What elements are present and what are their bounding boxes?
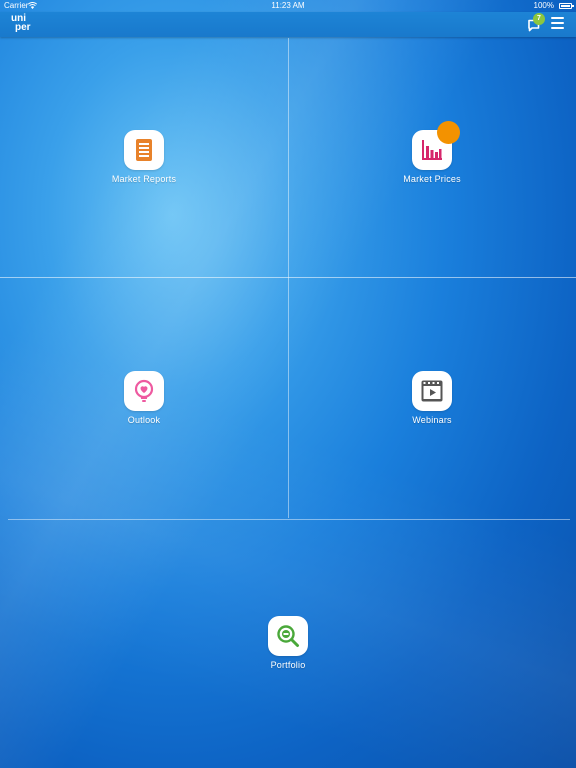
horizontal-divider-bottom xyxy=(8,519,570,520)
tile-market-prices[interactable]: Market Prices xyxy=(362,130,502,184)
market-reports-label: Market Reports xyxy=(111,174,177,184)
lightbulb-icon xyxy=(134,379,154,402)
uniper-logo[interactable]: uni per xyxy=(11,14,41,36)
tile-market-reports[interactable]: Market Reports xyxy=(74,130,214,184)
portfolio-label: Portfolio xyxy=(270,660,306,670)
outlook-icon-tile xyxy=(124,371,164,411)
magnifier-icon xyxy=(277,625,299,647)
battery-icon xyxy=(559,3,574,9)
notification-badge: 7 xyxy=(533,13,545,25)
horizontal-divider-top xyxy=(0,277,576,278)
status-bar: Carrier 11:23 AM 100% xyxy=(0,0,576,12)
nav-bar: uni per xyxy=(0,12,576,37)
bar-chart-icon xyxy=(422,140,442,160)
webinars-icon-tile xyxy=(412,371,452,411)
portfolio-icon-tile xyxy=(268,616,308,656)
battery-percent: 100% xyxy=(533,1,554,10)
vertical-divider xyxy=(288,38,289,518)
market-prices-label: Market Prices xyxy=(403,174,461,184)
tile-webinars[interactable]: Webinars xyxy=(362,371,502,425)
tile-outlook[interactable]: Outlook xyxy=(74,371,214,425)
document-icon xyxy=(136,139,152,161)
logo-line-2: per xyxy=(15,22,31,33)
tile-portfolio[interactable]: Portfolio xyxy=(218,616,358,670)
hamburger-menu-icon[interactable] xyxy=(551,17,564,29)
status-time: 11:23 AM xyxy=(271,1,305,10)
market-prices-badge xyxy=(437,121,460,144)
outlook-label: Outlook xyxy=(127,415,161,425)
market-reports-icon-tile xyxy=(124,130,164,170)
webinars-label: Webinars xyxy=(412,415,452,425)
video-play-icon xyxy=(421,380,443,402)
